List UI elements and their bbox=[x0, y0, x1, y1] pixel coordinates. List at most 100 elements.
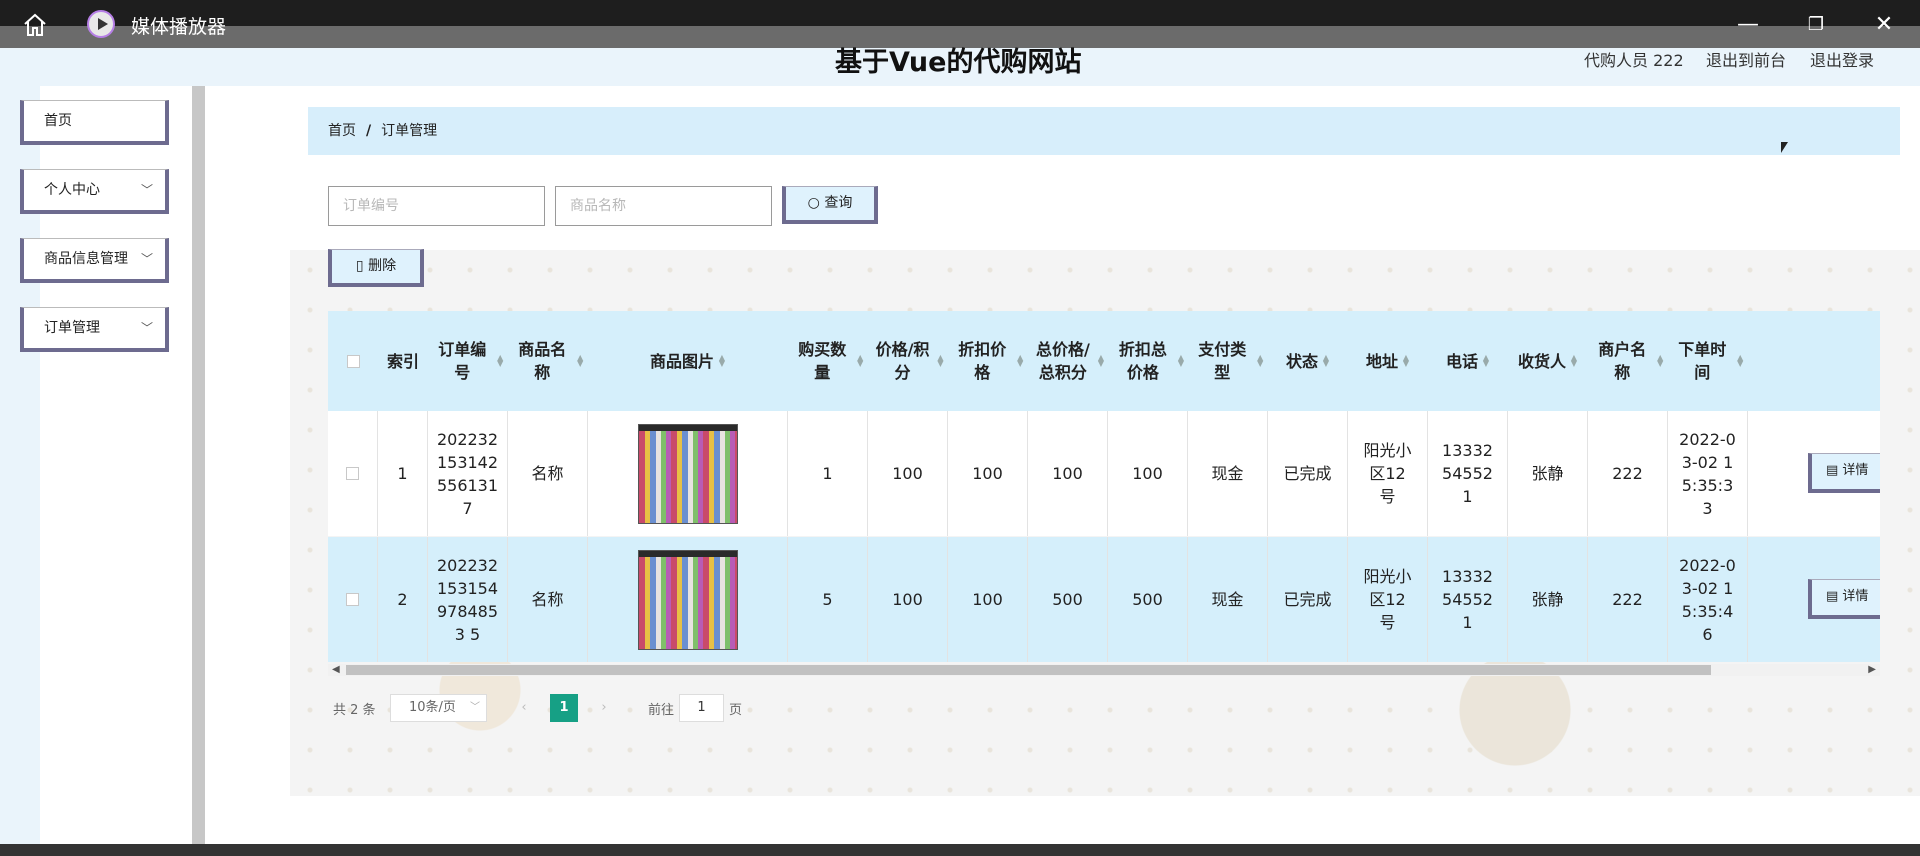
header-order-no[interactable]: 订单编号 ▲ ▼ bbox=[428, 311, 508, 411]
cell-status: 已完成 bbox=[1268, 537, 1348, 662]
cell-discount-total: 500 bbox=[1108, 537, 1188, 662]
back-to-front-link[interactable]: 退出到前台 bbox=[1706, 47, 1786, 71]
cell-discount-price: 100 bbox=[948, 537, 1028, 662]
cell-total-price: 100 bbox=[1028, 411, 1108, 536]
header-discount-price[interactable]: 折扣价格 ▲ ▼ bbox=[948, 311, 1028, 411]
sort-icon[interactable]: ▲ ▼ bbox=[937, 354, 944, 368]
row-checkbox[interactable] bbox=[346, 593, 359, 606]
window-title: 媒体播放器 bbox=[131, 16, 227, 38]
header-price[interactable]: 价格/积分 ▲ ▼ bbox=[868, 311, 948, 411]
breadcrumb-home[interactable]: 首页 bbox=[328, 123, 356, 139]
sort-icon[interactable]: ▲ ▼ bbox=[1402, 354, 1410, 368]
header-address[interactable]: 地址 ▲ ▼ bbox=[1348, 311, 1428, 411]
cell-index: 2 bbox=[378, 537, 428, 662]
cell-phone: 13332545521 bbox=[1428, 411, 1508, 536]
header-total-price[interactable]: 总价格/总积分 ▲ ▼ bbox=[1028, 311, 1108, 411]
cell-quantity: 1 bbox=[788, 411, 868, 536]
cell-pay-type: 现金 bbox=[1188, 537, 1268, 662]
sidebar-item-label: 个人中心 bbox=[44, 182, 100, 198]
sidebar-item-label: 商品信息管理 bbox=[44, 251, 128, 267]
sort-icon[interactable]: ▲ ▼ bbox=[1570, 354, 1578, 368]
table-horizontal-scrollbar[interactable]: ◀ ▶ bbox=[328, 664, 1880, 676]
query-button-label: 查询 bbox=[824, 195, 853, 211]
order-number-input[interactable]: 订单编号 bbox=[328, 186, 545, 226]
sidebar-item-profile[interactable]: 个人中心 ﹀ bbox=[20, 169, 169, 214]
maximize-button[interactable]: ❐ bbox=[1803, 12, 1829, 38]
next-page-button[interactable]: › bbox=[590, 694, 618, 722]
detail-button[interactable]: ▤ 详情 bbox=[1808, 453, 1880, 493]
sort-icon[interactable]: ▲ ▼ bbox=[1656, 354, 1664, 368]
sort-icon[interactable]: ▲ ▼ bbox=[576, 354, 584, 368]
chevron-down-icon: ﹀ bbox=[470, 702, 480, 713]
header-discount-total[interactable]: 折扣总价格 ▲ ▼ bbox=[1108, 311, 1188, 411]
document-icon: ▤ bbox=[1826, 589, 1843, 604]
table-row[interactable]: 1 2022321531425561317 名称 1 100 100 100 1… bbox=[328, 411, 1880, 536]
product-name-input[interactable]: 商品名称 bbox=[555, 186, 772, 226]
header-receiver[interactable]: 收货人 ▲ ▼ bbox=[1508, 311, 1588, 411]
sidebar-item-orders[interactable]: 订单管理 ﹀ bbox=[20, 307, 169, 352]
sort-icon[interactable]: ▲ ▼ bbox=[1482, 354, 1490, 368]
minimize-button[interactable]: — bbox=[1735, 12, 1761, 38]
cell-product-name: 名称 bbox=[508, 537, 588, 662]
header-phone[interactable]: 电话 ▲ ▼ bbox=[1428, 311, 1508, 411]
cell-index: 1 bbox=[378, 411, 428, 536]
sort-icon[interactable]: ▲ ▼ bbox=[1256, 354, 1264, 368]
home-icon[interactable] bbox=[20, 10, 50, 40]
cell-merchant: 222 bbox=[1588, 537, 1668, 662]
sort-icon[interactable]: ▲ ▼ bbox=[1098, 354, 1104, 368]
sidebar-item-home[interactable]: 首页 bbox=[20, 100, 169, 145]
header-quantity[interactable]: 购买数量 ▲ ▼ bbox=[788, 311, 868, 411]
cell-product-name: 名称 bbox=[508, 411, 588, 536]
select-all-cell bbox=[328, 311, 378, 411]
delete-button[interactable]: ▯ 删除 bbox=[328, 249, 424, 287]
sort-icon[interactable]: ▲ ▼ bbox=[1016, 354, 1024, 368]
cell-total-price: 500 bbox=[1028, 537, 1108, 662]
header-product-name[interactable]: 商品名称 ▲ ▼ bbox=[508, 311, 588, 411]
search-icon: ○ bbox=[807, 195, 820, 211]
cell-receiver: 张静 bbox=[1508, 411, 1588, 536]
sort-icon[interactable]: ▲ ▼ bbox=[718, 354, 726, 368]
page-number-button[interactable]: 1 bbox=[550, 694, 578, 722]
media-player-icon bbox=[87, 10, 115, 38]
scroll-right-icon[interactable]: ▶ bbox=[1868, 664, 1876, 676]
query-button[interactable]: ○ 查询 bbox=[782, 186, 878, 224]
cell-product-image bbox=[588, 537, 788, 662]
table-row[interactable]: 2 2022321531549784853 5 名称 5 100 100 500… bbox=[328, 537, 1880, 662]
logout-link[interactable]: 退出登录 bbox=[1810, 47, 1874, 71]
page-size-select[interactable]: 10条/页 ﹀ bbox=[390, 694, 487, 722]
breadcrumb-separator: / bbox=[366, 123, 372, 139]
scrollbar-thumb[interactable] bbox=[346, 665, 1711, 675]
cell-product-image bbox=[588, 411, 788, 536]
sidebar-scrollbar[interactable] bbox=[192, 86, 205, 844]
cell-quantity: 5 bbox=[788, 537, 868, 662]
product-image[interactable] bbox=[637, 549, 738, 650]
scroll-left-icon[interactable]: ◀ bbox=[332, 664, 340, 676]
close-button[interactable]: ✕ bbox=[1871, 12, 1897, 38]
sort-icon[interactable]: ▲ ▼ bbox=[1322, 354, 1330, 368]
header-index[interactable]: 索引 bbox=[378, 311, 428, 411]
sort-icon[interactable]: ▲ ▼ bbox=[856, 354, 864, 368]
prev-page-button[interactable]: ‹ bbox=[510, 694, 538, 722]
chevron-down-icon: ﹀ bbox=[140, 252, 153, 266]
cell-merchant: 222 bbox=[1588, 411, 1668, 536]
select-all-checkbox[interactable] bbox=[346, 354, 360, 368]
mouse-cursor bbox=[1781, 142, 1788, 153]
breadcrumb: 首页 / 订单管理 bbox=[308, 107, 1900, 155]
product-image[interactable] bbox=[637, 423, 738, 524]
detail-button[interactable]: ▤ 详情 bbox=[1808, 579, 1880, 619]
row-checkbox[interactable] bbox=[346, 467, 359, 480]
cell-order-time: 2022-03-02 15:35:33 bbox=[1668, 411, 1748, 536]
header-status[interactable]: 状态 ▲ ▼ bbox=[1268, 311, 1348, 411]
page-title: 基于Vue的代购网站 bbox=[835, 47, 1082, 78]
header-pay-type[interactable]: 支付类型 ▲ ▼ bbox=[1188, 311, 1268, 411]
header-product-image[interactable]: 商品图片 ▲ ▼ bbox=[588, 311, 788, 411]
header-order-time[interactable]: 下单时间 ▲ ▼ bbox=[1668, 311, 1748, 411]
cell-price: 100 bbox=[868, 411, 948, 536]
goto-page-input[interactable]: 1 bbox=[679, 694, 724, 722]
sort-icon[interactable]: ▲ ▼ bbox=[496, 354, 504, 368]
sort-icon[interactable]: ▲ ▼ bbox=[1736, 354, 1744, 368]
sort-icon[interactable]: ▲ ▼ bbox=[1178, 354, 1184, 368]
cell-receiver: 张静 bbox=[1508, 537, 1588, 662]
sidebar-item-products[interactable]: 商品信息管理 ﹀ bbox=[20, 238, 169, 283]
header-merchant[interactable]: 商户名称 ▲ ▼ bbox=[1588, 311, 1668, 411]
